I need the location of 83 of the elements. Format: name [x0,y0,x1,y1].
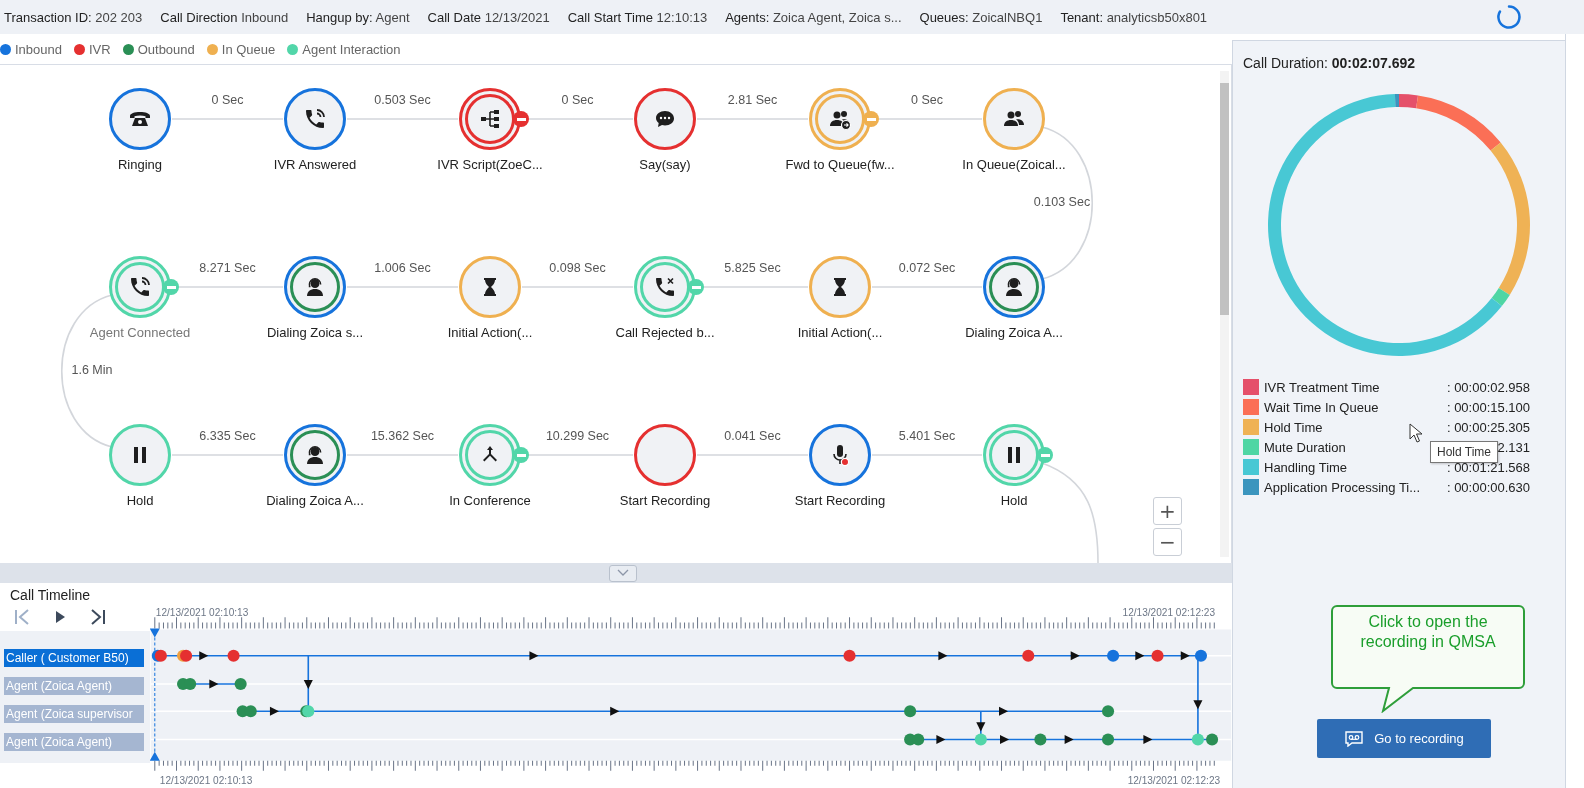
header-field: Call Date 12/13/2021 [427,9,550,25]
legend-label: Mute Duration [1264,439,1346,455]
legend-label: Outbound [137,41,195,57]
timestamp-label: 12/13/2021 02:12:23 [1127,774,1221,786]
node-label: Dialing Zoica A... [265,493,365,508]
node-label: Dialing Zoica s... [265,325,365,340]
header-field: Tenant: analyticsb50x801 [1060,9,1208,25]
phone-icon [128,275,152,299]
duration-label: 5.825 Sec [723,261,782,275]
chevron-down-icon [617,569,629,577]
duration-label: Call Duration: [1243,55,1328,71]
node-label: IVR Script(ZoeC... [436,157,544,172]
legend-value: : 00:00:15.100 [1446,399,1531,415]
legend-label: In Queue [221,41,276,57]
duration-label: 0 Sec [910,93,944,107]
go-to-recording-button[interactable]: Go to recording [1317,719,1491,758]
node-label: In Conference [448,493,532,508]
legend-label: IVR Treatment Time [1264,379,1380,395]
legend-value: : 00:00:25.305 [1446,419,1531,435]
lane-label[interactable]: Caller ( Customer B50) [4,649,144,667]
duration-label: 0 Sec [210,93,245,107]
header-field: Transaction ID: 202 203 [4,9,143,25]
duration-label: 1.6 Min [70,363,114,377]
mouse-pointer-icon [1409,423,1423,443]
duration-label: 0 Sec [560,93,595,107]
node-label: Start Recording [793,493,887,508]
tooltip: Hold Time [1430,441,1499,463]
zoom-button[interactable]: + [1153,497,1182,525]
callout-text: Click to open the recording in QMSA [1359,612,1497,652]
minus-icon[interactable] [513,111,529,127]
legend-value: : 00:00:00.630 [1446,479,1531,495]
voicemail-icon [1344,730,1365,747]
node-label: Agent Connected [88,325,192,340]
scrollbar[interactable] [1220,71,1229,557]
header-field: Call Direction Inbound [160,9,289,25]
duration-label: 10.299 Sec [544,429,611,443]
node-label: Initial Action(... [796,325,884,340]
node-label: Hold [125,493,155,508]
duration-label: 0.103 Sec [1032,195,1092,209]
duration-label: 2.81 Sec [726,93,779,107]
duration-label: 0.098 Sec [548,261,607,275]
legend-value: : 00:00:02.958 [1446,379,1531,395]
duration-label: 15.362 Sec [369,429,436,443]
node-label: Say(say) [638,157,692,172]
node-label: Dialing Zoica A... [964,325,1064,340]
node-label: Initial Action(... [446,325,534,340]
duration-label: 0.072 Sec [897,261,957,275]
node-label: Fwd to Queue(fw... [784,157,896,172]
timestamp-label: 12/13/2021 02:12:23 [1122,607,1216,619]
node-label: Ringing [116,157,164,172]
node-label: IVR Answered [272,157,358,172]
legend-value: 2.131 [1497,439,1531,455]
duration-value: 00:02:07.692 [1331,55,1415,71]
loading-spinner-icon [1496,4,1522,30]
timestamp-label: 12/13/2021 02:10:13 [159,774,253,786]
legend-label: Inbound [15,41,62,57]
node-label: In Queue(Zoical... [961,157,1067,172]
phone-icon [303,107,327,131]
legend-label: Handling Time [1264,459,1348,475]
legend-label: Agent Interaction [302,41,401,57]
header-field: Hangup by: Agent [306,9,410,25]
legend-label: IVR [89,41,111,57]
duration-label: 0.041 Sec [723,429,782,443]
hierarchy-icon [478,107,502,131]
duration-label: 6.335 Sec [198,429,257,443]
node-label: Hold [999,493,1029,508]
duration-label: 0.503 Sec [373,93,432,107]
zoom-button[interactable]: − [1153,528,1182,556]
legend-label: Wait Time In Queue [1264,399,1379,415]
phone-x-icon [653,275,677,299]
duration-label: 1.006 Sec [373,261,432,275]
timestamp-label: 12/13/2021 02:10:13 [155,607,249,619]
legend-label: Application Processing Ti... [1264,479,1421,495]
legend-label: Hold Time [1264,419,1323,435]
node-label: Start Recording [618,493,712,508]
duration-label: 5.401 Sec [897,429,957,443]
duration-label: 8.271 Sec [198,261,257,275]
header-field: Agents: Zoica Agent, Zoica s... [725,9,902,25]
header-field: Queues: ZoicalNBQ1 [919,9,1043,25]
playhead-marker[interactable] [150,628,160,761]
node-label: Call Rejected b... [614,325,716,340]
header-field: Call Start Time 12:10:13 [567,9,708,25]
section-title: Call Timeline [10,587,92,605]
